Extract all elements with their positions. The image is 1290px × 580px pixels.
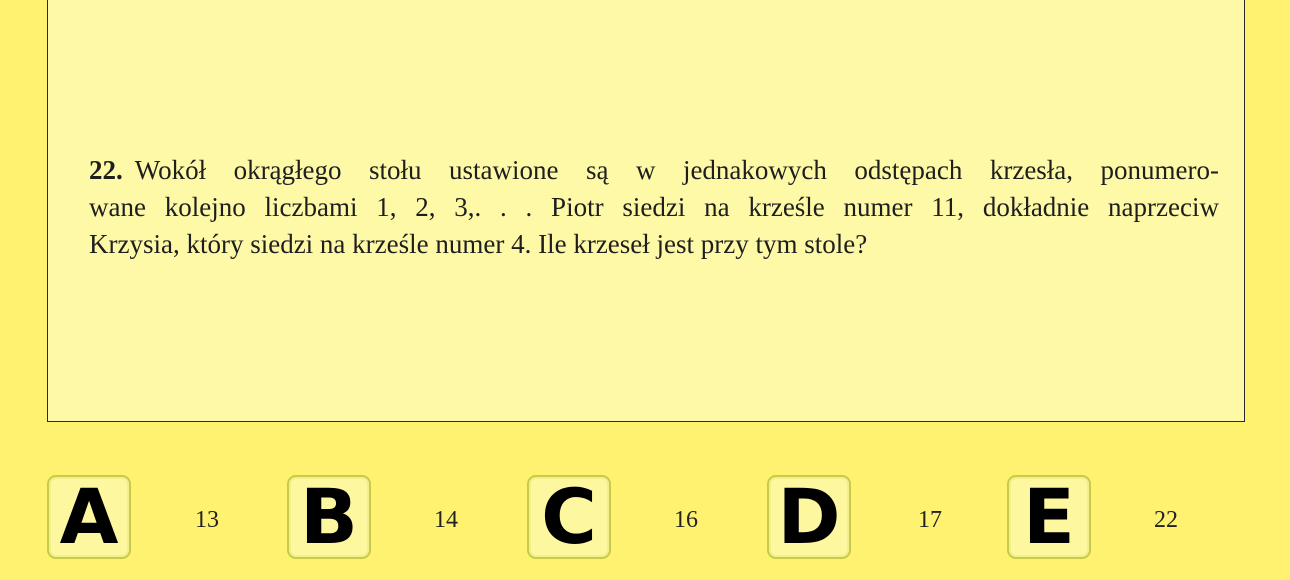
answer-a-button[interactable]: A — [47, 475, 131, 559]
question-line-3: Krzysia, który siedzi na krześle numer 4… — [89, 229, 868, 259]
answer-e-value: 22 — [1154, 507, 1178, 533]
answer-d-button[interactable]: D — [767, 475, 851, 559]
answer-a-value: 13 — [195, 507, 219, 533]
question-panel: 22. Wokół okrągłego stołu ustawione są w … — [47, 0, 1245, 422]
answer-b-button[interactable]: B — [287, 475, 371, 559]
question-text: 22. Wokół okrągłego stołu ustawione są w … — [89, 152, 1219, 263]
answer-b-value: 14 — [434, 507, 458, 533]
question-line-1-text: Wokół okrągłego stołu ustawione są w jed… — [134, 155, 1219, 185]
answer-d-value: 17 — [918, 507, 942, 533]
question-line-1: 22. Wokół okrągłego stołu ustawione są w … — [89, 152, 1219, 189]
answer-c-button[interactable]: C — [527, 475, 611, 559]
question-number: 22. — [89, 155, 123, 185]
question-line-2: wane kolejno liczbami 1, 2, 3,. . . Piot… — [89, 192, 1219, 222]
answer-c-value: 16 — [674, 507, 698, 533]
answer-e-button[interactable]: E — [1007, 475, 1091, 559]
